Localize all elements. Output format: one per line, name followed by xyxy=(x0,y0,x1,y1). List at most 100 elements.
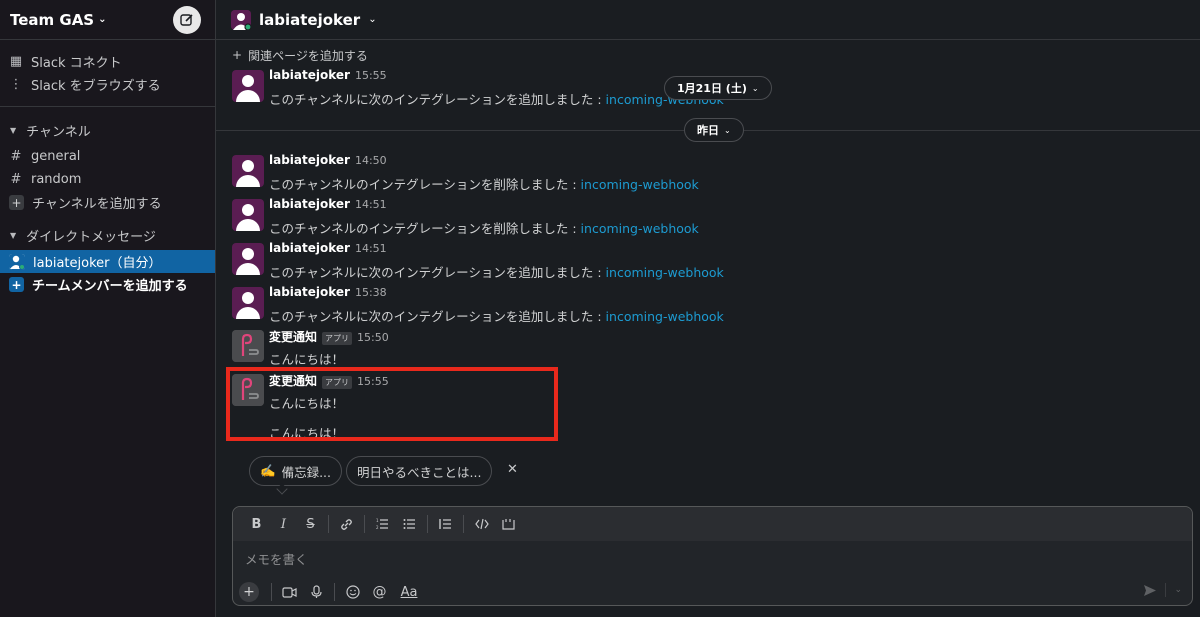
format-toolbar: B I S 12 xyxy=(233,507,1192,541)
send-icon[interactable] xyxy=(1143,584,1157,597)
channels-heading[interactable]: ▼ チャンネル xyxy=(0,117,215,143)
ordered-list-icon[interactable]: 12 xyxy=(369,512,396,536)
message-time[interactable]: 14:50 xyxy=(355,154,387,167)
message: labiatejoker 15:55 このチャンネルに次のインテグレーションを追… xyxy=(232,68,724,108)
hash-icon: # xyxy=(10,149,22,164)
message-time[interactable]: 15:50 xyxy=(357,331,389,344)
integration-link[interactable]: incoming-webhook xyxy=(581,221,699,236)
integration-link[interactable]: incoming-webhook xyxy=(581,177,699,192)
avatar xyxy=(9,253,25,270)
caret-down-icon: ▼ xyxy=(10,230,17,240)
message-author[interactable]: labiatejoker xyxy=(269,197,350,211)
italic-icon[interactable]: I xyxy=(270,512,297,536)
add-bookmark-link[interactable]: 関連ページを追加する xyxy=(248,47,368,64)
message-author[interactable]: labiatejoker xyxy=(269,68,350,82)
sidebar-item-browse-slack[interactable]: ⋮ Slack をブラウズする xyxy=(0,73,215,96)
message-author[interactable]: labiatejoker xyxy=(269,285,350,299)
avatar[interactable] xyxy=(232,70,264,102)
sidebar-item-label: random xyxy=(31,172,82,187)
video-icon[interactable] xyxy=(276,580,303,604)
avatar[interactable] xyxy=(232,199,264,231)
app-avatar[interactable] xyxy=(232,330,264,362)
integration-link[interactable]: incoming-webhook xyxy=(606,265,724,280)
code-block-icon[interactable] xyxy=(495,512,522,536)
add-channel-button[interactable]: + チャンネルを追加する xyxy=(0,191,215,214)
sidebar-item-label: general xyxy=(31,149,81,164)
composer-actions: + @ Aa xyxy=(233,579,1192,605)
message-time[interactable]: 15:38 xyxy=(355,286,387,299)
sidebar-item-general[interactable]: # general xyxy=(0,145,215,168)
toolbar-separator xyxy=(364,515,365,533)
date-divider-pill[interactable]: 昨日 ⌄ xyxy=(684,118,744,142)
message-text: このチャンネルに次のインテグレーションを追加しました : xyxy=(269,92,602,107)
chevron-down-icon: ⌄ xyxy=(724,125,731,135)
chevron-down-icon: ⌄ xyxy=(98,14,107,25)
message-text: このチャンネルに次のインテグレーションを追加しました : xyxy=(269,309,602,324)
suggestion-chip-tomorrow[interactable]: 明日やるべきことは... xyxy=(346,456,493,486)
svg-text:1: 1 xyxy=(376,518,379,523)
building-icon: ▦ xyxy=(9,54,23,69)
attach-plus-icon[interactable]: + xyxy=(239,582,259,602)
dm-heading[interactable]: ▼ ダイレクトメッセージ xyxy=(0,222,215,248)
message-author[interactable]: labiatejoker xyxy=(269,153,350,167)
sidebar-item-label: labiatejoker（自分） xyxy=(33,256,162,271)
chevron-down-icon[interactable]: ⌄ xyxy=(368,14,376,25)
emoji-icon[interactable] xyxy=(339,580,366,604)
writing-hand-icon: ✍️ xyxy=(260,463,276,478)
avatar xyxy=(231,9,252,31)
bullet-list-icon[interactable] xyxy=(396,512,423,536)
message-author[interactable]: 変更通知 xyxy=(269,328,317,345)
code-icon[interactable] xyxy=(468,512,495,536)
suggestion-chip-memo[interactable]: ✍️ 備忘録... xyxy=(249,456,342,486)
bookmark-bar: + 関連ページを追加する xyxy=(216,40,1200,70)
message-author[interactable]: labiatejoker xyxy=(269,241,350,255)
integration-link[interactable]: incoming-webhook xyxy=(606,309,724,324)
formatting-toggle-button[interactable]: Aa xyxy=(393,580,425,604)
add-member-button[interactable]: + チームメンバーを追加する xyxy=(0,273,215,296)
app-badge: アプリ xyxy=(322,332,353,345)
compose-button[interactable] xyxy=(173,5,201,34)
sidebar-top-section: ▦ Slack コネクト ⋮ Slack をブラウズする xyxy=(0,40,215,107)
sidebar-item-label: Slack をブラウズする xyxy=(31,79,161,94)
suggestion-label: 備忘録... xyxy=(281,464,331,480)
workspace-name: Team GAS xyxy=(10,10,95,29)
workspace-switcher[interactable]: Team GAS ⌄ xyxy=(10,11,107,29)
caret-down-icon: ▼ xyxy=(10,125,17,135)
message: labiatejoker 14:51 このチャンネルのインテグレーションを削除し… xyxy=(232,197,699,237)
avatar[interactable] xyxy=(232,155,264,187)
toolbar-separator xyxy=(334,583,335,601)
toolbar-separator xyxy=(271,583,272,601)
hash-icon: # xyxy=(10,172,22,187)
date-label: 昨日 xyxy=(697,124,719,137)
plus-icon: + xyxy=(9,277,24,292)
app-logo-icon xyxy=(232,330,264,362)
blockquote-icon[interactable] xyxy=(432,512,459,536)
message-text: このチャンネルに次のインテグレーションを追加しました : xyxy=(269,265,602,280)
link-icon[interactable] xyxy=(333,512,360,536)
message-time[interactable]: 14:51 xyxy=(355,198,387,211)
app-message: 変更通知 アプリ 15:50 こんにちは！ xyxy=(232,330,389,368)
message: labiatejoker 14:51 このチャンネルに次のインテグレーションを追… xyxy=(232,241,724,281)
toolbar-separator xyxy=(427,515,428,533)
channel-title[interactable]: labiatejoker xyxy=(259,11,360,29)
close-icon[interactable]: ✕ xyxy=(507,462,518,477)
strikethrough-icon[interactable]: S xyxy=(297,512,324,536)
sidebar-item-dm-self[interactable]: labiatejoker（自分） xyxy=(0,250,215,273)
avatar[interactable] xyxy=(232,243,264,275)
user-icon xyxy=(9,253,25,270)
chevron-down-icon[interactable]: ⌄ xyxy=(1174,585,1182,595)
message-time[interactable]: 14:51 xyxy=(355,242,387,255)
microphone-icon[interactable] xyxy=(303,580,330,604)
user-icon xyxy=(231,9,252,31)
plus-icon: + xyxy=(232,48,243,62)
sidebar-item-random[interactable]: # random xyxy=(0,168,215,191)
message-input[interactable]: メモを書く xyxy=(233,541,1192,579)
avatar[interactable] xyxy=(232,287,264,319)
bold-icon[interactable]: B xyxy=(243,512,270,536)
sidebar-item-label: チームメンバーを追加する xyxy=(32,279,188,294)
mention-icon[interactable]: @ xyxy=(366,580,393,604)
date-divider-pill[interactable]: 1月21日 (土) ⌄ xyxy=(664,76,772,100)
sidebar-item-slack-connect[interactable]: ▦ Slack コネクト xyxy=(0,50,215,73)
message-time[interactable]: 15:55 xyxy=(355,69,387,82)
message-text: こんにちは！ xyxy=(269,352,345,367)
